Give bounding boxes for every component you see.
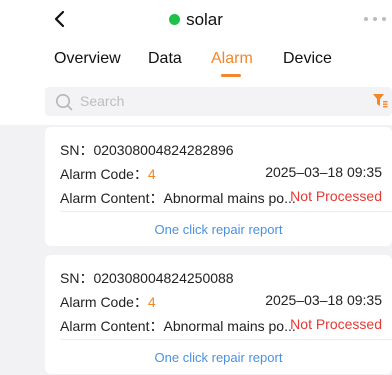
status-dot-icon: [169, 14, 181, 25]
alarm-code: Alarm Code：4: [60, 292, 156, 312]
repair-report-link[interactable]: One click repair report: [45, 222, 392, 237]
search-placeholder: Search: [80, 93, 125, 109]
card-divider: [60, 339, 392, 340]
tab-alarm[interactable]: Alarm: [211, 50, 253, 68]
alarm-sn: SN：020308004824250088: [60, 270, 234, 286]
search-icon: [55, 93, 73, 111]
alarm-status: Not Processed: [290, 188, 382, 204]
alarm-time: 2025–03–18 09:35: [265, 164, 382, 180]
filter-icon[interactable]: [372, 93, 388, 108]
alarm-code-value: 4: [147, 166, 156, 182]
alarm-time: 2025–03–18 09:35: [265, 292, 382, 308]
card-divider: [60, 211, 392, 212]
tab-bar: Overview Data Alarm Device: [0, 50, 392, 80]
alarm-code-label: Alarm Code：: [60, 166, 148, 182]
active-tab-indicator: [221, 74, 241, 77]
alarm-card: SN：020308004824250088 Alarm Code：4 2025–…: [45, 255, 392, 374]
tab-device[interactable]: Device: [283, 50, 332, 68]
alarm-code: Alarm Code：4: [60, 164, 156, 184]
alarm-code-value: 4: [147, 294, 156, 310]
header-panel: solar Overview Data Alarm Device Search: [0, 0, 392, 125]
page-title-text: solar: [186, 10, 223, 29]
page-title: solar: [0, 10, 392, 30]
repair-report-link[interactable]: One click repair report: [45, 350, 392, 365]
alarm-content: Alarm Content：Abnormal mains po...: [60, 318, 296, 334]
alarm-status: Not Processed: [290, 316, 382, 332]
alarm-sn: SN：020308004824282896: [60, 142, 234, 158]
more-dots-icon[interactable]: [364, 17, 386, 23]
alarm-content: Alarm Content：Abnormal mains po...: [60, 190, 296, 206]
tab-overview[interactable]: Overview: [54, 50, 121, 68]
search-input[interactable]: Search: [45, 87, 392, 116]
nav-bar: solar: [0, 0, 392, 38]
alarm-card: SN：020308004824282896 Alarm Code：4 2025–…: [45, 127, 392, 246]
tab-data[interactable]: Data: [148, 50, 182, 68]
alarm-code-label: Alarm Code：: [60, 294, 148, 310]
